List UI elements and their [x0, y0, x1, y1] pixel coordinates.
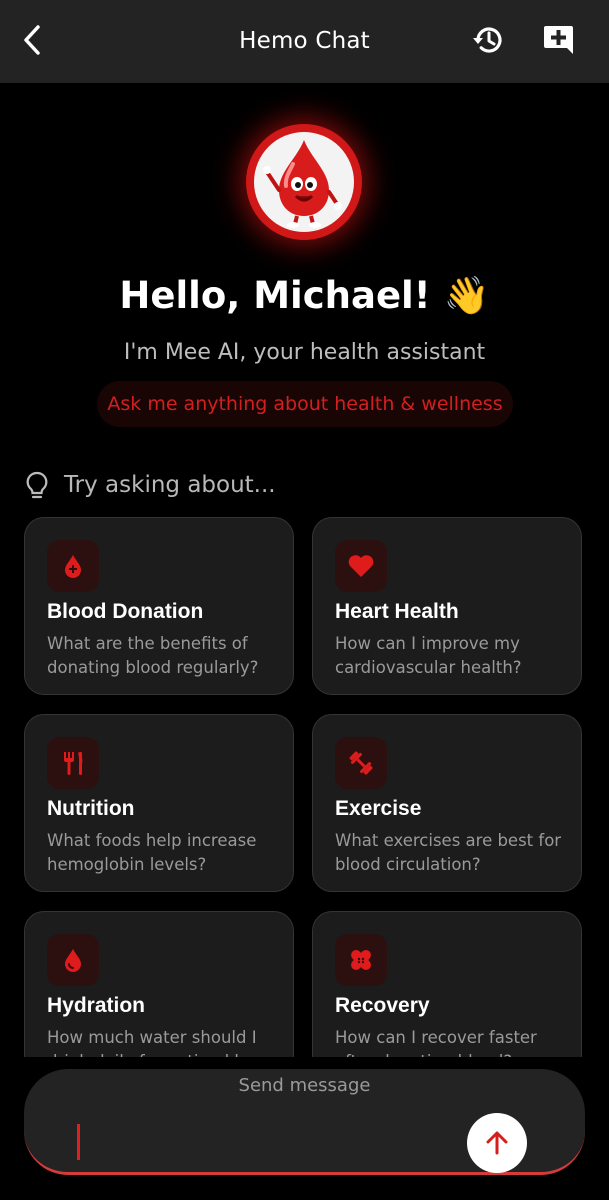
bandage-icon [351, 950, 371, 970]
assistant-subtitle: I'm Mee AI, your health assistant [123, 340, 486, 365]
suggestions-header: Try asking about... [24, 468, 276, 502]
text-cursor [77, 1124, 80, 1160]
new-chat-button[interactable] [537, 18, 581, 62]
heart-icon [348, 555, 374, 577]
icon-tile [335, 934, 387, 986]
history-icon [473, 27, 502, 53]
card-title: Exercise [335, 797, 422, 820]
utensils-icon [64, 752, 83, 775]
suggestion-card-exercise[interactable]: Exercise What exercises are best for blo… [312, 714, 582, 892]
card-title: Recovery [335, 994, 430, 1017]
card-description: What foods help increase hemoglobin leve… [47, 831, 257, 874]
water-drop-icon [65, 949, 81, 972]
suggestion-card-nutrition[interactable]: Nutrition What foods help increase hemog… [24, 714, 294, 892]
suggestions-label: Try asking about... [64, 472, 276, 498]
icon-tile [335, 737, 387, 789]
arrow-up-icon [486, 1131, 508, 1155]
assistant-avatar [246, 124, 362, 240]
card-title: Hydration [47, 994, 146, 1017]
card-title: Nutrition [47, 797, 135, 820]
card-description: What are the benefits of donating blood … [47, 634, 259, 677]
icon-tile [335, 540, 387, 592]
tagline-pill: Ask me anything about health & wellness [97, 381, 513, 427]
app-header: Hemo Chat [0, 0, 609, 83]
blood-drop-plus-icon [65, 555, 81, 578]
suggestion-card-hydration[interactable]: Hydration How much water should I drink … [24, 911, 294, 1057]
card-title: Blood Donation [47, 600, 204, 623]
card-title: Heart Health [335, 600, 459, 623]
suggestion-card-recovery[interactable]: Recovery How can I recover faster after … [312, 911, 582, 1057]
greeting-heading: Hello, Michael! 👋 [119, 274, 490, 317]
suggestion-card-blood-donation[interactable]: Blood Donation What are the benefits of … [24, 517, 294, 695]
dumbbell-icon [349, 751, 373, 775]
message-input-placeholder: Send message [238, 1075, 371, 1096]
add-comment-icon [544, 26, 573, 54]
send-button[interactable] [467, 1113, 527, 1173]
icon-tile [47, 737, 99, 789]
card-description: How can I improve my cardiovascular heal… [335, 634, 522, 677]
lightbulb-icon [26, 471, 48, 499]
blood-drop-mascot-icon [254, 132, 354, 232]
icon-tile [47, 540, 99, 592]
suggestion-card-heart-health[interactable]: Heart Health How can I improve my cardio… [312, 517, 582, 695]
suggestion-grid: Blood Donation What are the benefits of … [0, 505, 609, 1057]
page-title: Hemo Chat [239, 28, 370, 54]
history-button[interactable] [466, 18, 510, 62]
card-description: How can I recover faster after donating … [335, 1028, 537, 1057]
card-description: What exercises are best for blood circul… [335, 831, 562, 874]
card-description: How much water should I drink daily for … [47, 1028, 265, 1057]
icon-tile [47, 934, 99, 986]
message-composer[interactable]: Send message [24, 1069, 585, 1175]
